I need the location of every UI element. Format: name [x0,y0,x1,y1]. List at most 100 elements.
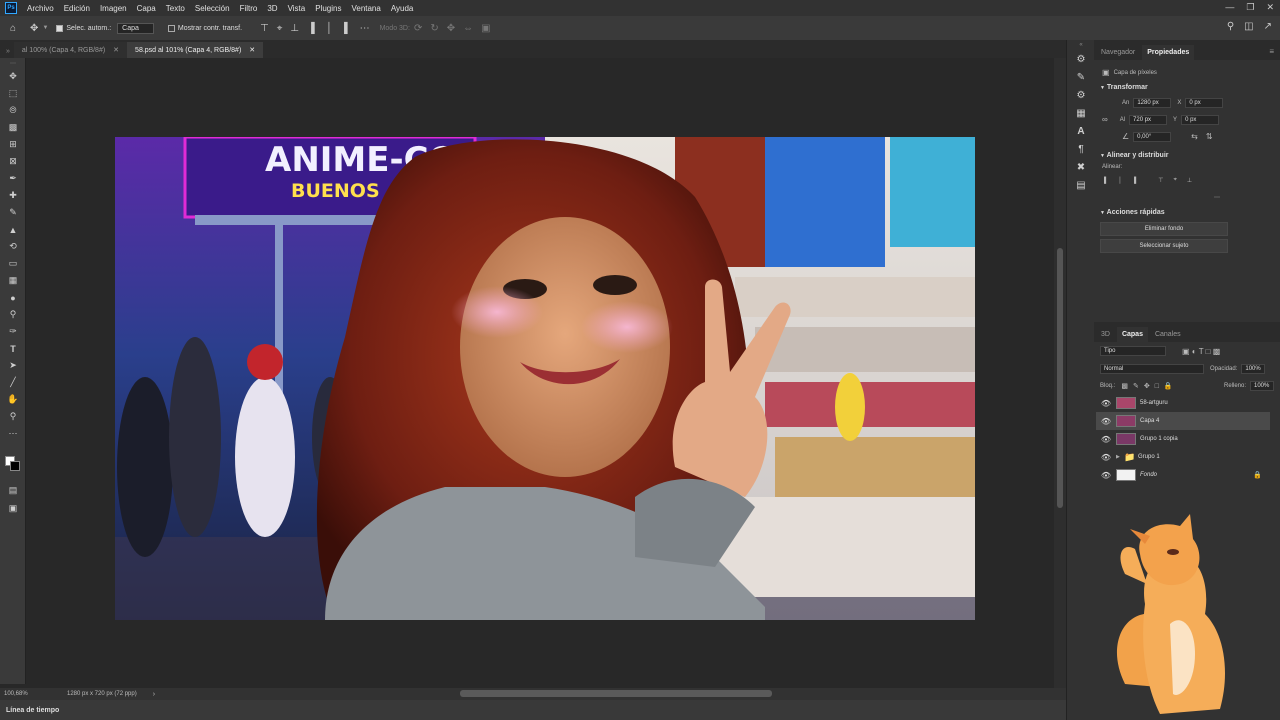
auto-select-dropdown[interactable]: Capa [117,22,154,34]
collapse-strip-icon[interactable]: « [1067,40,1095,50]
restore-icon[interactable]: ❐ [1246,2,1254,13]
search-icon[interactable]: ⚲ [1227,21,1234,32]
screen-mode-icon[interactable]: ▣ [0,500,26,517]
select-subject-button[interactable]: Seleccionar sujeto [1100,239,1228,253]
toolbar-grip-icon[interactable]: ⋯ [0,58,26,68]
fill-field[interactable]: 100% [1250,380,1274,391]
document-canvas-image[interactable]: ANIME-CON BUENOS AIRES [115,137,975,620]
blur-tool-icon[interactable]: ● [0,289,26,306]
tab-3d[interactable]: 3D [1096,327,1115,342]
export-icon[interactable]: ▤ [1067,176,1095,194]
share-icon[interactable]: ↗ [1264,21,1272,32]
group-expand-icon[interactable]: ▶ [1116,454,1124,460]
filter-icons[interactable]: ▣ ◐ T □ ▩ [1182,347,1220,356]
menu-ayuda[interactable]: Ayuda [386,4,419,13]
quick-mask-icon[interactable]: ▤ [0,482,26,499]
menu-capa[interactable]: Capa [132,4,161,13]
align-top-icon[interactable]: ⊤ [1158,177,1163,184]
vertical-scroll-thumb[interactable] [1057,248,1063,508]
tools-settings-icon[interactable]: ✖ [1067,158,1095,176]
workspace-icon[interactable]: ◫ [1244,21,1253,32]
libraries-icon[interactable]: ⚙ [1067,50,1095,68]
remove-background-button[interactable]: Eliminar fondo [1100,222,1228,236]
move-tool-icon[interactable]: ✥ [30,23,38,34]
collapse-panels-icon[interactable]: » [0,48,14,58]
width-field[interactable]: 1280 px [1133,97,1172,108]
opacity-field[interactable]: 100% [1241,363,1266,374]
visibility-eye-icon[interactable]: 👁 [1096,435,1116,444]
align-bottom-icon[interactable]: ⊥ [290,23,299,34]
auto-select-checkbox[interactable] [56,24,64,32]
tab-capas[interactable]: Capas [1116,327,1148,342]
menu-vista[interactable]: Vista [283,4,311,13]
align-top-icon[interactable]: ⊤ [260,23,269,34]
menu-seleccion[interactable]: Selección [190,4,235,13]
line-tool-icon[interactable]: ╱ [0,374,26,391]
background-color-swatch[interactable] [10,461,20,471]
tab-document-2[interactable]: 58.psd al 101% (Capa 4, RGB/8#) ✕ [127,42,264,58]
align-section-title[interactable]: ▼ Alinear y distribuir [1094,149,1280,162]
stamp-tool-icon[interactable]: ▲ [0,221,26,238]
paragraph-icon[interactable]: ¶ [1067,140,1095,158]
align-right-icon[interactable]: ▐ [1132,178,1136,184]
menu-texto[interactable]: Texto [161,4,190,13]
layer-filter-dropdown[interactable]: Tipo [1100,346,1166,356]
layer-row[interactable]: 👁 Fondo 🔒 [1096,466,1270,484]
history-brush-tool-icon[interactable]: ⟲ [0,238,26,255]
more-align-icon[interactable]: ⋯ [1094,189,1280,206]
chevron-down-icon[interactable]: ▼ [42,25,48,31]
panel-menu-icon[interactable]: ≡ [1263,43,1280,60]
menu-ventana[interactable]: Ventana [346,4,385,13]
canvas-area[interactable]: ANIME-CON BUENOS AIRES [27,58,1054,684]
crop-tool-icon[interactable]: ⊞ [0,136,26,153]
marquee-tool-icon[interactable]: ⬚ [0,85,26,102]
blend-mode-dropdown[interactable]: Normal [1100,363,1204,374]
align-hcenter-icon[interactable]: │ [1118,178,1122,184]
brush-settings-icon[interactable]: ⚙ [1067,86,1095,104]
link-icon[interactable]: ∞ [1102,115,1108,124]
menu-filtro[interactable]: Filtro [235,4,263,13]
lasso-tool-icon[interactable]: ⦾ [0,102,26,119]
x-field[interactable]: 0 px [1185,97,1224,108]
swatches-icon[interactable]: ▦ [1067,104,1095,122]
align-hcenter-icon[interactable]: │ [326,23,332,34]
lock-icons[interactable]: ▩✎✥□🔒 [1121,382,1177,390]
layer-row[interactable]: 👁 58-artguru [1096,394,1270,412]
character-icon[interactable]: A [1067,122,1095,140]
adjustments-icon[interactable]: ✎ [1067,68,1095,86]
lock-icon[interactable]: 🔒 [1253,471,1262,479]
menu-archivo[interactable]: Archivo [22,4,59,13]
menu-3d[interactable]: 3D [262,4,282,13]
tab-close-icon[interactable]: ✕ [113,46,119,54]
close-icon[interactable]: ✕ [1266,2,1274,13]
flip-horizontal-icon[interactable]: ⇆ [1191,132,1198,141]
healing-tool-icon[interactable]: ✚ [0,187,26,204]
more-tools-icon[interactable]: ⋯ [0,425,26,442]
eyedropper-tool-icon[interactable]: ✒ [0,170,26,187]
tab-propiedades[interactable]: Propiedades [1142,45,1195,60]
dodge-tool-icon[interactable]: ⚲ [0,306,26,323]
eraser-tool-icon[interactable]: ▭ [0,255,26,272]
gradient-tool-icon[interactable]: ▦ [0,272,26,289]
status-expand-icon[interactable]: › [153,691,155,698]
move-tool-icon[interactable]: ✥ [0,68,26,85]
pen-tool-icon[interactable]: ✑ [0,323,26,340]
brush-tool-icon[interactable]: ✎ [0,204,26,221]
visibility-eye-icon[interactable]: 👁 [1096,471,1116,480]
angle-field[interactable]: 0,00° [1133,131,1172,142]
frame-tool-icon[interactable]: ⊠ [0,153,26,170]
y-field[interactable]: 0 px [1181,114,1220,125]
align-right-icon[interactable]: ▐ [340,23,347,34]
object-select-tool-icon[interactable]: ▩ [0,119,26,136]
tab-close-icon[interactable]: ✕ [249,46,255,54]
menu-imagen[interactable]: Imagen [95,4,132,13]
zoom-tool-icon[interactable]: ⚲ [0,408,26,425]
horizontal-scroll-thumb[interactable] [460,690,772,697]
path-select-tool-icon[interactable]: ➤ [0,357,26,374]
align-bottom-icon[interactable]: ⊥ [1187,177,1192,184]
layer-row[interactable]: 👁 Grupo 1 copia [1096,430,1270,448]
visibility-eye-icon[interactable]: 👁 [1096,417,1116,426]
transform-section-title[interactable]: ▼ Transformar [1094,81,1280,94]
height-field[interactable]: 720 px [1129,114,1168,125]
layer-row[interactable]: 👁 ▶ 📁 Grupo 1 [1096,448,1270,466]
